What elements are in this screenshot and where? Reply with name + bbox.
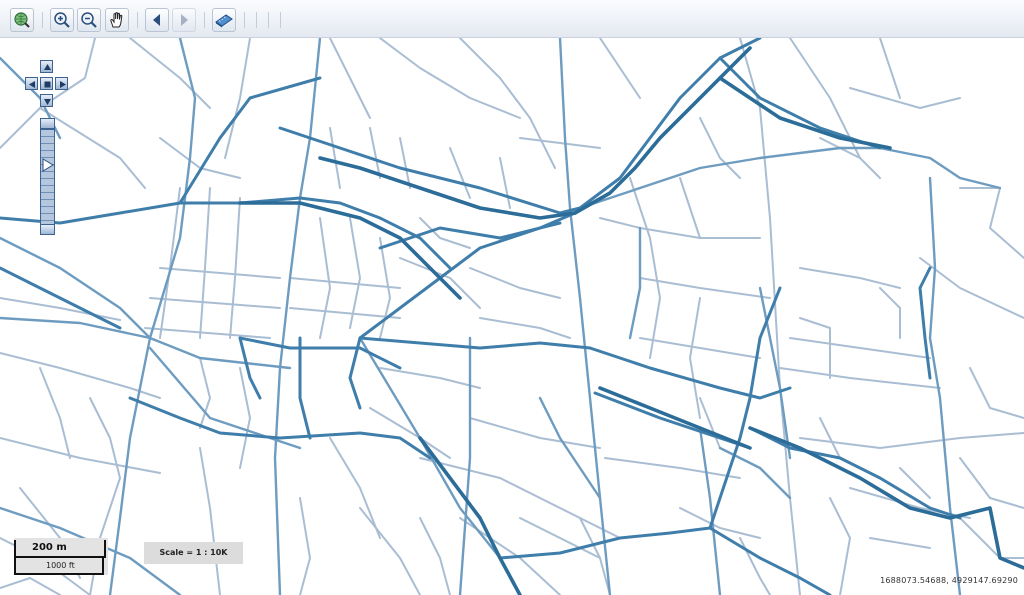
next-extent-button[interactable] — [172, 8, 196, 32]
scale-bar-tick — [14, 540, 16, 575]
zoom-in-icon — [54, 12, 70, 28]
medium-roads — [0, 38, 1002, 595]
zoom-slider-bottom[interactable] — [40, 224, 55, 235]
arterial-roads — [238, 46, 1024, 595]
scale-bar: 200 m 1000 ft — [14, 538, 108, 576]
zoom-slider-thumb[interactable] — [42, 157, 54, 172]
triangle-right-icon — [181, 14, 188, 26]
zoom-in-button[interactable] — [50, 8, 74, 32]
pan-center-button[interactable] — [40, 77, 53, 90]
zoom-to-extent-button[interactable] — [10, 8, 34, 32]
toolbar-separator — [256, 12, 257, 28]
zoom-out-icon — [81, 12, 97, 28]
triangle-left-icon — [153, 14, 160, 26]
scale-bar-tick — [104, 540, 106, 557]
previous-extent-button[interactable] — [145, 8, 169, 32]
pan-right-button[interactable] — [55, 77, 68, 90]
minor-roads — [0, 38, 1024, 595]
square-icon — [44, 81, 51, 88]
street-network — [0, 38, 1024, 595]
toolbar-separator — [244, 12, 245, 28]
zoom-slider-top[interactable] — [40, 118, 55, 129]
zoom-out-button[interactable] — [77, 8, 101, 32]
scale-bar-line — [14, 573, 104, 575]
zoom-slider-track[interactable] — [40, 129, 55, 225]
scale-ratio-label: Scale = 1 : 10K — [144, 542, 243, 564]
pan-button[interactable] — [105, 8, 129, 32]
pan-down-button[interactable] — [40, 94, 53, 107]
scale-bar-line — [14, 556, 106, 558]
hand-icon — [110, 12, 123, 28]
toolbar-separator — [268, 12, 269, 28]
pan-left-button[interactable] — [25, 77, 38, 90]
globe-magnifier-icon — [14, 12, 30, 28]
pan-control — [22, 60, 74, 112]
cursor-coordinates: 1688073.54688, 4929147.69290 — [880, 576, 1018, 585]
arrow-right-icon — [60, 81, 66, 88]
scale-bar-metric-label: 200 m — [14, 538, 108, 557]
toolbar-separator — [137, 12, 138, 28]
toolbar-separator — [280, 12, 281, 28]
toolbar-separator — [42, 12, 43, 28]
measure-button[interactable] — [212, 8, 236, 32]
ruler-icon — [215, 14, 233, 28]
major-roads — [0, 38, 962, 595]
map-toolbar — [0, 0, 1024, 38]
arrow-left-icon — [29, 81, 35, 88]
pan-up-button[interactable] — [40, 60, 53, 73]
arrow-up-icon — [44, 64, 51, 70]
map-canvas[interactable] — [0, 38, 1024, 595]
arrow-down-icon — [44, 99, 51, 105]
toolbar-separator — [204, 12, 205, 28]
